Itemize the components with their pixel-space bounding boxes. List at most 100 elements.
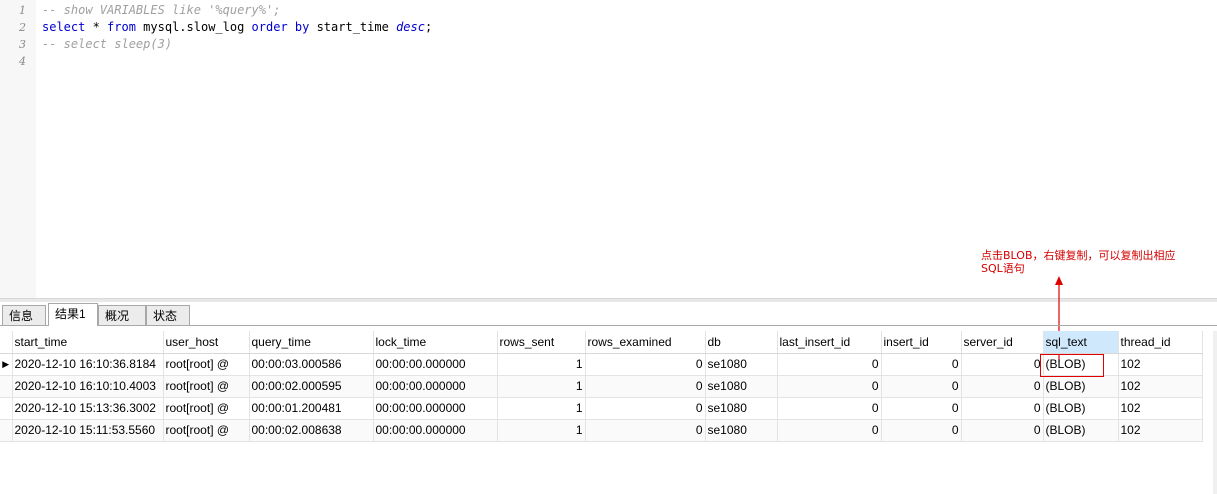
cell-insert-id[interactable]: 0 <box>881 419 962 442</box>
cell-query-time[interactable]: 00:00:02.000595 <box>249 375 374 398</box>
cell-start-time[interactable]: 2020-12-10 16:10:36.8184 <box>12 353 164 376</box>
code-token: ; <box>424 20 433 34</box>
cell-sql-text[interactable]: (BLOB) <box>1043 375 1119 398</box>
cell-last-insert-id[interactable]: 0 <box>777 397 882 420</box>
cell-start-time[interactable]: 2020-12-10 16:10:10.4003 <box>12 375 164 398</box>
code-line-3[interactable]: -- select sleep(3) <box>42 36 172 53</box>
tab-baseline <box>0 325 1217 326</box>
table-row[interactable]: 2020-12-10 15:13:36.3002 root[root] @ 00… <box>0 397 1203 420</box>
annotation-line: 点击BLOB，右键复制，可以复制出相应 <box>981 249 1176 262</box>
keyword-by: by <box>294 20 310 34</box>
tab-status[interactable]: 状态 <box>146 305 190 325</box>
vertical-scrollbar[interactable] <box>1213 331 1217 494</box>
row-indicator-header <box>0 331 13 354</box>
code-token: * <box>85 20 108 34</box>
column-header-sql-text[interactable]: sql_text <box>1043 331 1119 354</box>
row-indicator <box>0 375 13 398</box>
tab-profile[interactable]: 概况 <box>98 305 146 325</box>
cell-sql-text[interactable]: (BLOB) <box>1043 353 1119 376</box>
code-table-name: mysql.slow_log <box>135 20 252 34</box>
cell-server-id[interactable]: 0 <box>961 397 1044 420</box>
code-column-name: start_time <box>309 20 397 34</box>
tab-info[interactable]: 信息 <box>2 305 46 325</box>
cell-lock-time[interactable]: 00:00:00.000000 <box>373 353 498 376</box>
cell-rows-sent[interactable]: 1 <box>497 419 586 442</box>
panel-splitter[interactable] <box>0 298 1217 302</box>
column-header-start-time[interactable]: start_time <box>12 331 164 354</box>
cell-lock-time[interactable]: 00:00:00.000000 <box>373 419 498 442</box>
cell-last-insert-id[interactable]: 0 <box>777 353 882 376</box>
keyword-from: from <box>107 20 136 34</box>
cell-lock-time[interactable]: 00:00:00.000000 <box>373 375 498 398</box>
cell-lock-time[interactable]: 00:00:00.000000 <box>373 397 498 420</box>
cell-server-id[interactable]: 0 <box>961 419 1044 442</box>
cell-sql-text[interactable]: (BLOB) <box>1043 397 1119 420</box>
column-header-server-id[interactable]: server_id <box>961 331 1044 354</box>
cell-query-time[interactable]: 00:00:01.200481 <box>249 397 374 420</box>
cell-thread-id[interactable]: 102 <box>1118 353 1203 376</box>
cell-db[interactable]: se1080 <box>705 419 778 442</box>
column-header-db[interactable]: db <box>705 331 778 354</box>
cell-query-time[interactable]: 00:00:03.000586 <box>249 353 374 376</box>
result-tabs: 信息 结果1 概况 状态 <box>0 303 1217 326</box>
keyword-desc: desc <box>396 20 425 34</box>
cell-insert-id[interactable]: 0 <box>881 375 962 398</box>
cell-user-host[interactable]: root[root] @ <box>163 353 250 376</box>
cell-thread-id[interactable]: 102 <box>1118 375 1203 398</box>
cell-server-id[interactable]: 0 <box>961 353 1044 376</box>
column-header-rows-examined[interactable]: rows_examined <box>585 331 706 354</box>
column-header-thread-id[interactable]: thread_id <box>1118 331 1203 354</box>
cell-query-time[interactable]: 00:00:02.008638 <box>249 419 374 442</box>
cell-insert-id[interactable]: 0 <box>881 397 962 420</box>
cell-user-host[interactable]: root[root] @ <box>163 397 250 420</box>
keyword-select: select <box>42 20 86 34</box>
cell-rows-examined[interactable]: 0 <box>585 375 706 398</box>
cell-rows-examined[interactable]: 0 <box>585 397 706 420</box>
line-number-gutter: 1 2 3 4 <box>0 0 36 298</box>
cell-rows-sent[interactable]: 1 <box>497 397 586 420</box>
line-number: 3 <box>19 38 26 51</box>
column-header-rows-sent[interactable]: rows_sent <box>497 331 586 354</box>
grid-header-row: start_time user_host query_time lock_tim… <box>0 331 1203 354</box>
cell-rows-sent[interactable]: 1 <box>497 375 586 398</box>
cell-start-time[interactable]: 2020-12-10 15:13:36.3002 <box>12 397 164 420</box>
code-line-2[interactable]: select * from mysql.slow_log order by st… <box>42 19 432 36</box>
annotation-line: SQL语句 <box>981 262 1025 275</box>
annotation-text: 点击BLOB，右键复制，可以复制出相应 SQL语句 <box>981 249 1176 275</box>
line-number: 1 <box>19 4 26 17</box>
table-row[interactable]: ▶ 2020-12-10 16:10:36.8184 root[root] @ … <box>0 353 1203 376</box>
cell-start-time[interactable]: 2020-12-10 15:11:53.5560 <box>12 419 164 442</box>
column-header-query-time[interactable]: query_time <box>249 331 374 354</box>
code-line-1[interactable]: -- show VARIABLES like '%query%'; <box>42 2 280 19</box>
cell-last-insert-id[interactable]: 0 <box>777 375 882 398</box>
cell-rows-examined[interactable]: 0 <box>585 419 706 442</box>
column-header-user-host[interactable]: user_host <box>163 331 250 354</box>
keyword-order: order <box>251 20 288 34</box>
cell-sql-text[interactable]: (BLOB) <box>1043 419 1119 442</box>
column-header-insert-id[interactable]: insert_id <box>881 331 962 354</box>
table-row[interactable]: 2020-12-10 15:11:53.5560 root[root] @ 00… <box>0 419 1203 442</box>
cell-server-id[interactable]: 0 <box>961 375 1044 398</box>
column-header-lock-time[interactable]: lock_time <box>373 331 498 354</box>
cell-thread-id[interactable]: 102 <box>1118 397 1203 420</box>
cell-user-host[interactable]: root[root] @ <box>163 419 250 442</box>
cell-thread-id[interactable]: 102 <box>1118 419 1203 442</box>
cell-db[interactable]: se1080 <box>705 397 778 420</box>
cell-db[interactable]: se1080 <box>705 375 778 398</box>
cell-last-insert-id[interactable]: 0 <box>777 419 882 442</box>
tab-result-1[interactable]: 结果1 <box>48 303 98 326</box>
result-grid[interactable]: start_time user_host query_time lock_tim… <box>0 331 1203 442</box>
current-row-indicator-icon: ▶ <box>0 353 13 376</box>
row-indicator <box>0 419 13 442</box>
table-row[interactable]: 2020-12-10 16:10:10.4003 root[root] @ 00… <box>0 375 1203 398</box>
cell-insert-id[interactable]: 0 <box>881 353 962 376</box>
line-number: 2 <box>19 21 26 34</box>
cell-rows-sent[interactable]: 1 <box>497 353 586 376</box>
cell-user-host[interactable]: root[root] @ <box>163 375 250 398</box>
cell-db[interactable]: se1080 <box>705 353 778 376</box>
column-header-last-insert-id[interactable]: last_insert_id <box>777 331 882 354</box>
cell-rows-examined[interactable]: 0 <box>585 353 706 376</box>
line-number: 4 <box>19 55 26 68</box>
row-indicator <box>0 397 13 420</box>
